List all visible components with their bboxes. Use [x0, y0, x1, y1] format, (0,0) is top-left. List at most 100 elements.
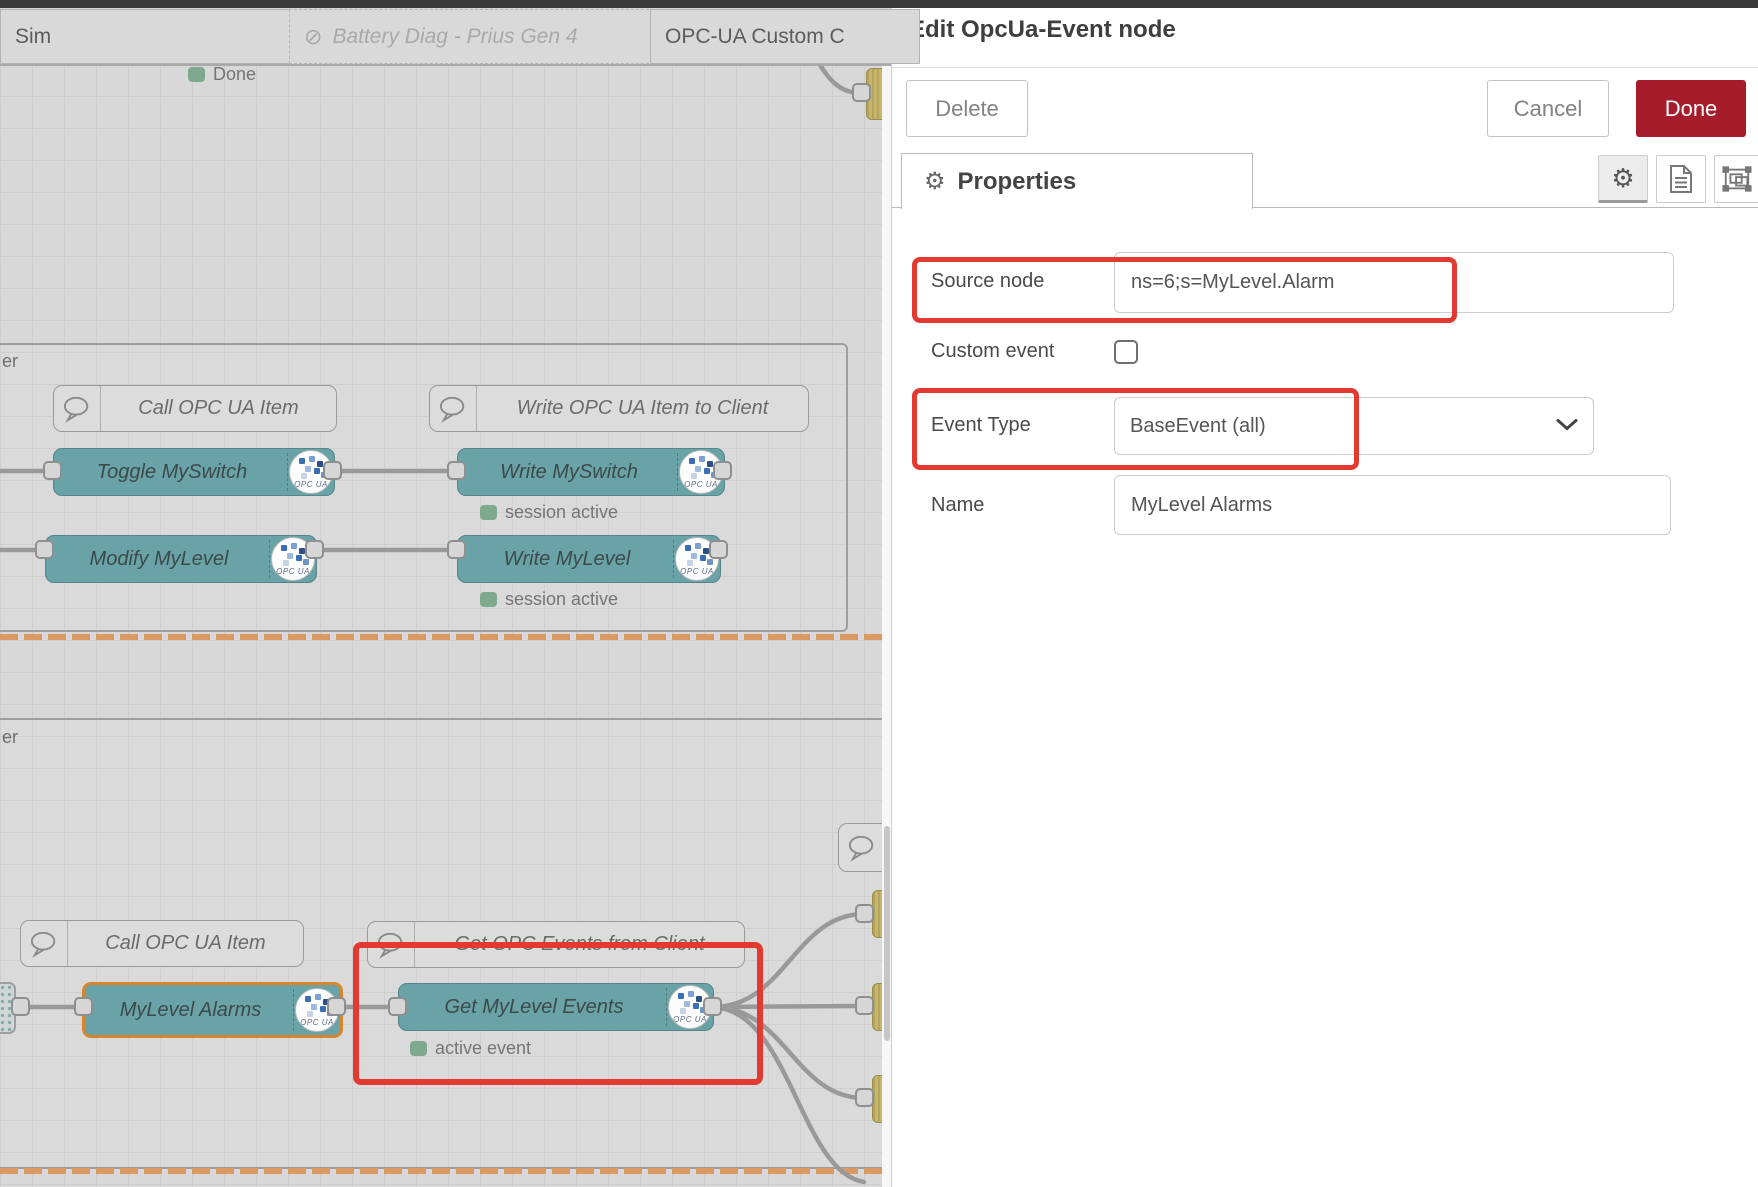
node-port[interactable]	[855, 1088, 874, 1107]
delete-label: Delete	[935, 96, 999, 122]
status-text: Done	[213, 64, 256, 85]
panel-title: Edit OpcUa-Event node	[909, 16, 1176, 44]
comment-icon	[839, 824, 882, 871]
node-port[interactable]	[852, 83, 871, 102]
comment-call-opcua-item-top[interactable]: Call OPC UA Item	[53, 385, 337, 432]
scrollbar-thumb[interactable]	[884, 826, 890, 1041]
node-port[interactable]	[305, 540, 324, 559]
badge-separator	[666, 988, 667, 1026]
badge-separator	[673, 540, 674, 578]
node-port[interactable]	[447, 540, 466, 559]
node-status-done: Done	[188, 64, 256, 85]
badge-separator	[269, 540, 270, 578]
custom-event-label: Custom event	[931, 340, 1054, 363]
node-port[interactable]	[447, 461, 466, 480]
appearance-icon-button[interactable]	[1714, 155, 1758, 203]
status-text: session active	[505, 502, 618, 523]
disabled-icon: ⊘	[304, 24, 322, 50]
status-text: active event	[435, 1038, 531, 1059]
description-icon-button[interactable]	[1656, 155, 1706, 203]
node-status-active-event: active event	[410, 1038, 531, 1059]
chevron-down-icon	[1555, 415, 1579, 438]
node-mylevel-alarms[interactable]: MyLevel Alarms OPC UA	[82, 982, 343, 1038]
badge-separator	[287, 453, 288, 491]
node-label: MyLevel Alarms	[93, 999, 288, 1022]
comment-label: Get OPC Events from Client	[415, 933, 744, 956]
node-port[interactable]	[709, 540, 728, 559]
status-dot	[480, 505, 497, 520]
comment-write-opcua-item[interactable]: Write OPC UA Item to Client	[429, 385, 809, 432]
tab-sim-label: Sim	[15, 25, 51, 49]
name-label: Name	[931, 494, 984, 517]
node-port[interactable]	[855, 904, 874, 923]
node-port[interactable]	[855, 996, 874, 1015]
node-label: Write MyLevel	[466, 548, 668, 571]
node-write-myswitch[interactable]: Write MySwitch OPC UA	[457, 448, 725, 496]
node-status-session-active-1: session active	[480, 502, 618, 523]
node-red-editor: Sim ⊘ Battery Diag - Prius Gen 4 OPC-UA …	[0, 0, 1758, 1187]
comment-label: Write OPC UA Item to Client	[477, 397, 808, 420]
flow-canvas[interactable]: er er Done	[0, 64, 882, 1187]
node-port[interactable]	[388, 997, 407, 1016]
node-port[interactable]	[713, 461, 732, 480]
divider	[892, 67, 1758, 68]
event-type-value: BaseEvent (all)	[1130, 415, 1266, 438]
status-text: session active	[505, 589, 618, 610]
tab-opcua-custom-label: OPC-UA Custom C	[665, 25, 845, 49]
node-port[interactable]	[323, 461, 342, 480]
status-dot	[188, 67, 205, 82]
comment-get-opc-events[interactable]: Get OPC Events from Client	[367, 921, 745, 968]
canvas-scrollbar[interactable]	[882, 64, 891, 1187]
node-label: Get MyLevel Events	[407, 996, 661, 1019]
comment-icon	[21, 921, 68, 966]
comment-icon	[54, 386, 101, 431]
delete-button[interactable]: Delete	[906, 80, 1028, 137]
node-get-mylevel-events[interactable]: Get MyLevel Events OPC UA	[398, 983, 714, 1031]
node-port[interactable]	[703, 997, 722, 1016]
done-button[interactable]: Done	[1636, 80, 1746, 137]
status-dot	[410, 1041, 427, 1056]
node-label: Toggle MySwitch	[62, 461, 282, 484]
workspace-tab-bar: Sim ⊘ Battery Diag - Prius Gen 4 OPC-UA …	[0, 8, 891, 66]
node-port[interactable]	[35, 540, 54, 559]
name-input[interactable]	[1114, 475, 1671, 535]
node-port[interactable]	[327, 997, 346, 1016]
badge-separator	[677, 453, 678, 491]
node-status-session-active-2: session active	[480, 589, 618, 610]
node-label: Write MySwitch	[466, 461, 672, 484]
tab-sim[interactable]: Sim	[0, 9, 308, 64]
event-type-label: Event Type	[931, 414, 1031, 437]
editor-header-bar	[0, 0, 1758, 8]
cancel-label: Cancel	[1514, 96, 1582, 122]
tab-properties-label: Properties	[958, 168, 1077, 196]
appearance-icon	[1722, 164, 1752, 194]
badge-separator	[293, 989, 294, 1031]
tab-opcua-custom[interactable]: OPC-UA Custom C	[650, 9, 920, 64]
node-port[interactable]	[11, 997, 30, 1016]
tab-battery-diag[interactable]: ⊘ Battery Diag - Prius Gen 4	[289, 9, 669, 64]
event-type-select[interactable]: BaseEvent (all)	[1114, 397, 1594, 455]
comment-label: Call OPC UA Item	[101, 397, 336, 420]
done-label: Done	[1665, 96, 1718, 122]
comment-call-opcua-item-bottom[interactable]: Call OPC UA Item	[20, 920, 304, 967]
source-node-input[interactable]	[1114, 252, 1674, 313]
custom-event-checkbox[interactable]	[1114, 340, 1138, 364]
tab-battery-diag-label: Battery Diag - Prius Gen 4	[332, 25, 577, 49]
node-toggle-myswitch[interactable]: Toggle MySwitch OPC UA	[53, 448, 335, 496]
node-label: Modify MyLevel	[54, 548, 264, 571]
node-modify-mylevel[interactable]: Modify MyLevel OPC UA	[45, 535, 317, 583]
document-icon	[1668, 164, 1694, 194]
node-write-mylevel[interactable]: Write MyLevel OPC UA	[457, 535, 721, 583]
gear-icon: ⚙	[1611, 163, 1634, 194]
tab-properties[interactable]: ⚙ Properties	[901, 153, 1253, 209]
node-port[interactable]	[43, 461, 62, 480]
comment-label: Call OPC UA Item	[68, 932, 303, 955]
properties-icon-button[interactable]: ⚙	[1598, 155, 1648, 203]
gear-icon: ⚙	[924, 167, 946, 196]
cancel-button[interactable]: Cancel	[1487, 80, 1609, 137]
clipped-comment-node[interactable]	[838, 823, 882, 872]
status-dot	[480, 592, 497, 607]
edit-node-panel: Edit OpcUa-Event node Delete Cancel Done…	[891, 0, 1758, 1187]
node-port[interactable]	[74, 997, 93, 1016]
comment-icon	[430, 386, 477, 431]
